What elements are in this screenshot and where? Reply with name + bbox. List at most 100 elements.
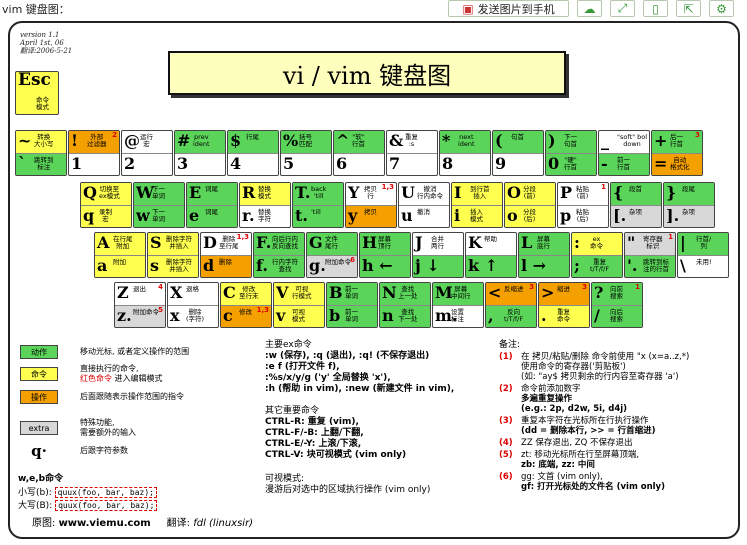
key-top-char: K [468,233,482,252]
key-bottom-char: u [401,206,413,225]
send-image-icon: ▣ [462,1,474,16]
other-commands: 其它重要命令 CTRL-R: 重复 (vim), CTRL-F/-B: 上翻/下… [265,406,406,461]
ex-line: :h (帮助 in vim), :new (新建文件 in vim), [265,384,455,394]
send-to-phone-button[interactable]: ▣ 发送图片到手机 [448,0,569,17]
key-top-desc: 帮助 [484,235,497,243]
key-top-char: < [488,283,502,302]
key-z-4: B 前一 单词 b 前一 单词 [326,282,378,328]
key-top-char: Z [117,283,129,302]
credits: 原图: www.viemu.com 翻译: fdl (linuxsir) [32,518,253,529]
key-a-0: A 在行尾 附加 a 附加 [94,232,146,278]
share-button[interactable]: ⇱ [676,0,701,17]
key-bottom-desc: 向后 搜索 [610,308,623,323]
key-a-1: S 删除字符 并插入 s 删除字符 并插入 [147,232,199,278]
key-top-desc: 拷贝 行 [364,185,377,200]
key-bottom-char: 1 [71,154,83,173]
key-bottom-char: ]. [666,206,680,225]
key-top-char: Y [348,183,360,202]
send-to-phone-label: 发送图片到手机 [477,2,555,16]
key-bottom-char: z. [117,306,132,325]
note-item-4: (5) zt: 移动光标所在行至屏幕顶端, zb: 底端, zz: 中间 [499,450,689,470]
save-button[interactable]: ▯ [643,0,668,17]
key-bottom-char: q [83,206,95,225]
other-title: 其它重要命令 [265,406,320,416]
key-q-3: R 替换 模式 r. 替换 字符 [239,182,291,228]
gear-icon: ⚙ [716,1,727,16]
key-z-8: > 缩进. 重复 命令 3 [538,282,590,328]
cloud-button[interactable]: ☁ [577,0,602,17]
key-bottom-char: , [488,306,494,325]
key-q-10: {段首 [. 杂项 [610,182,662,228]
legend-text: 特殊功能, [80,418,115,427]
legend-text: 后面跟随表示操作范围的指令 [80,392,184,401]
orig-label: 原图: [32,518,56,529]
key-bottom-char: c [223,306,233,325]
key-bottom-desc: "硬" 行首 [564,156,577,171]
key-bottom-char: 4 [230,154,242,173]
key-bottom-char: 9 [495,154,507,173]
key-bottom-char: 2 [124,154,136,173]
note-number: (5) [499,450,513,460]
key-bottom-desc: 自动 格式化 [670,156,690,171]
key-bottom-char: = [654,154,668,173]
key-bottom-desc: 反向 t/T/f/F [504,308,524,323]
key-q-11: } 段尾]. 杂项 [663,182,715,228]
key-bottom-char: 0 [548,154,560,173]
key-superscript-bottom: 5 [158,306,163,314]
key-top-desc: 反缩进 [504,285,524,293]
key-num-6: ^ "软" 行首 6 [333,130,385,176]
key-superscript: 1,3 [236,233,249,241]
key-bottom-char: g. [309,256,326,275]
key-q-5: Y 拷贝 行 y 拷贝 1,3 [345,182,397,228]
key-top-desc: prev ident [193,133,210,148]
key-q-6: U 撤消 行内命令 u 撤消 [398,182,450,228]
key-top-desc: 分段 (前) [523,185,536,200]
fullscreen-button[interactable]: ⤢ [610,0,635,17]
key-top-desc: 切换至 ex模式 [99,185,120,200]
version-line: version 1.1 [20,31,60,39]
key-z-3: V 可视 行模式 v 可视 模式 [273,282,325,328]
key-bottom-desc: 粘贴 (后) [576,208,589,223]
key-top-desc: 可视 行模式 [292,285,312,300]
note-line: zt: 移动光标所在行至屏幕顶端, [521,450,640,460]
key-a-6: J 合并 两行 j ↓ [412,232,464,278]
key-z-1: X 退格 x 删除 (字符) [167,282,219,328]
key-bottom-char: n [382,306,394,325]
key-top-desc: "soft" bol down [617,133,648,148]
key-bottom-desc: 词尾 [205,208,218,216]
visual-title: 可视模式: [265,474,305,484]
key-top-desc: 退出 [133,285,146,293]
key-top-desc: 前一 单词 [345,285,358,300]
key-top-desc: 文件 尾行 [325,235,338,250]
key-top-char: I [454,183,462,202]
legend-text-4: 后跟字符参数 [80,446,128,456]
key-a-7: K 帮助 k ↑ [465,232,517,278]
key-bottom-desc: 前一 行首 [617,156,630,171]
key-superscript: 2 [112,131,117,139]
key-top-char: : [574,233,580,252]
key-top-desc: 句首 [511,133,524,141]
key-bottom-desc: 附加命令 [133,308,159,316]
key-superscript-bottom: 1,3 [256,306,269,314]
legend-text-2: 需要额外的输入 [80,428,136,437]
key-top-desc: 删除 至行尾 [219,235,239,250]
key-num-8: * next ident 8 [439,130,491,176]
settings-button[interactable]: ⚙ [709,0,734,17]
key-top-char: { [613,183,624,202]
key-top-char: $ [230,131,242,150]
note-line: 在 拷贝/粘贴/删除 命令前使用 "x (x=a..z,*) [521,352,690,362]
key-superscript: 1,3 [381,183,394,191]
key-bottom-char: '. [627,256,638,275]
key-top-char: E [189,183,202,202]
key-q-4: T. back 'till t.'till [292,182,344,228]
key-bottom-desc: 插入 模式 [470,208,483,223]
other-line: CTRL-E/-Y: 上滚/下滚, [265,439,362,449]
key-bottom-char: h ← [362,256,393,275]
note-number: (4) [499,438,513,448]
key-a-10: " 寄存器 标识 '. 跳转到标 注的行首 1 [624,232,676,278]
key-top-char: > [541,283,555,302]
key-bottom-char: f. [256,256,268,275]
key-bottom-char: e [189,206,200,225]
note-line: gg: 文首 (vim only), [521,472,603,482]
key-z-0: Z 退出 z. 附加命令 4 5 [114,282,166,328]
